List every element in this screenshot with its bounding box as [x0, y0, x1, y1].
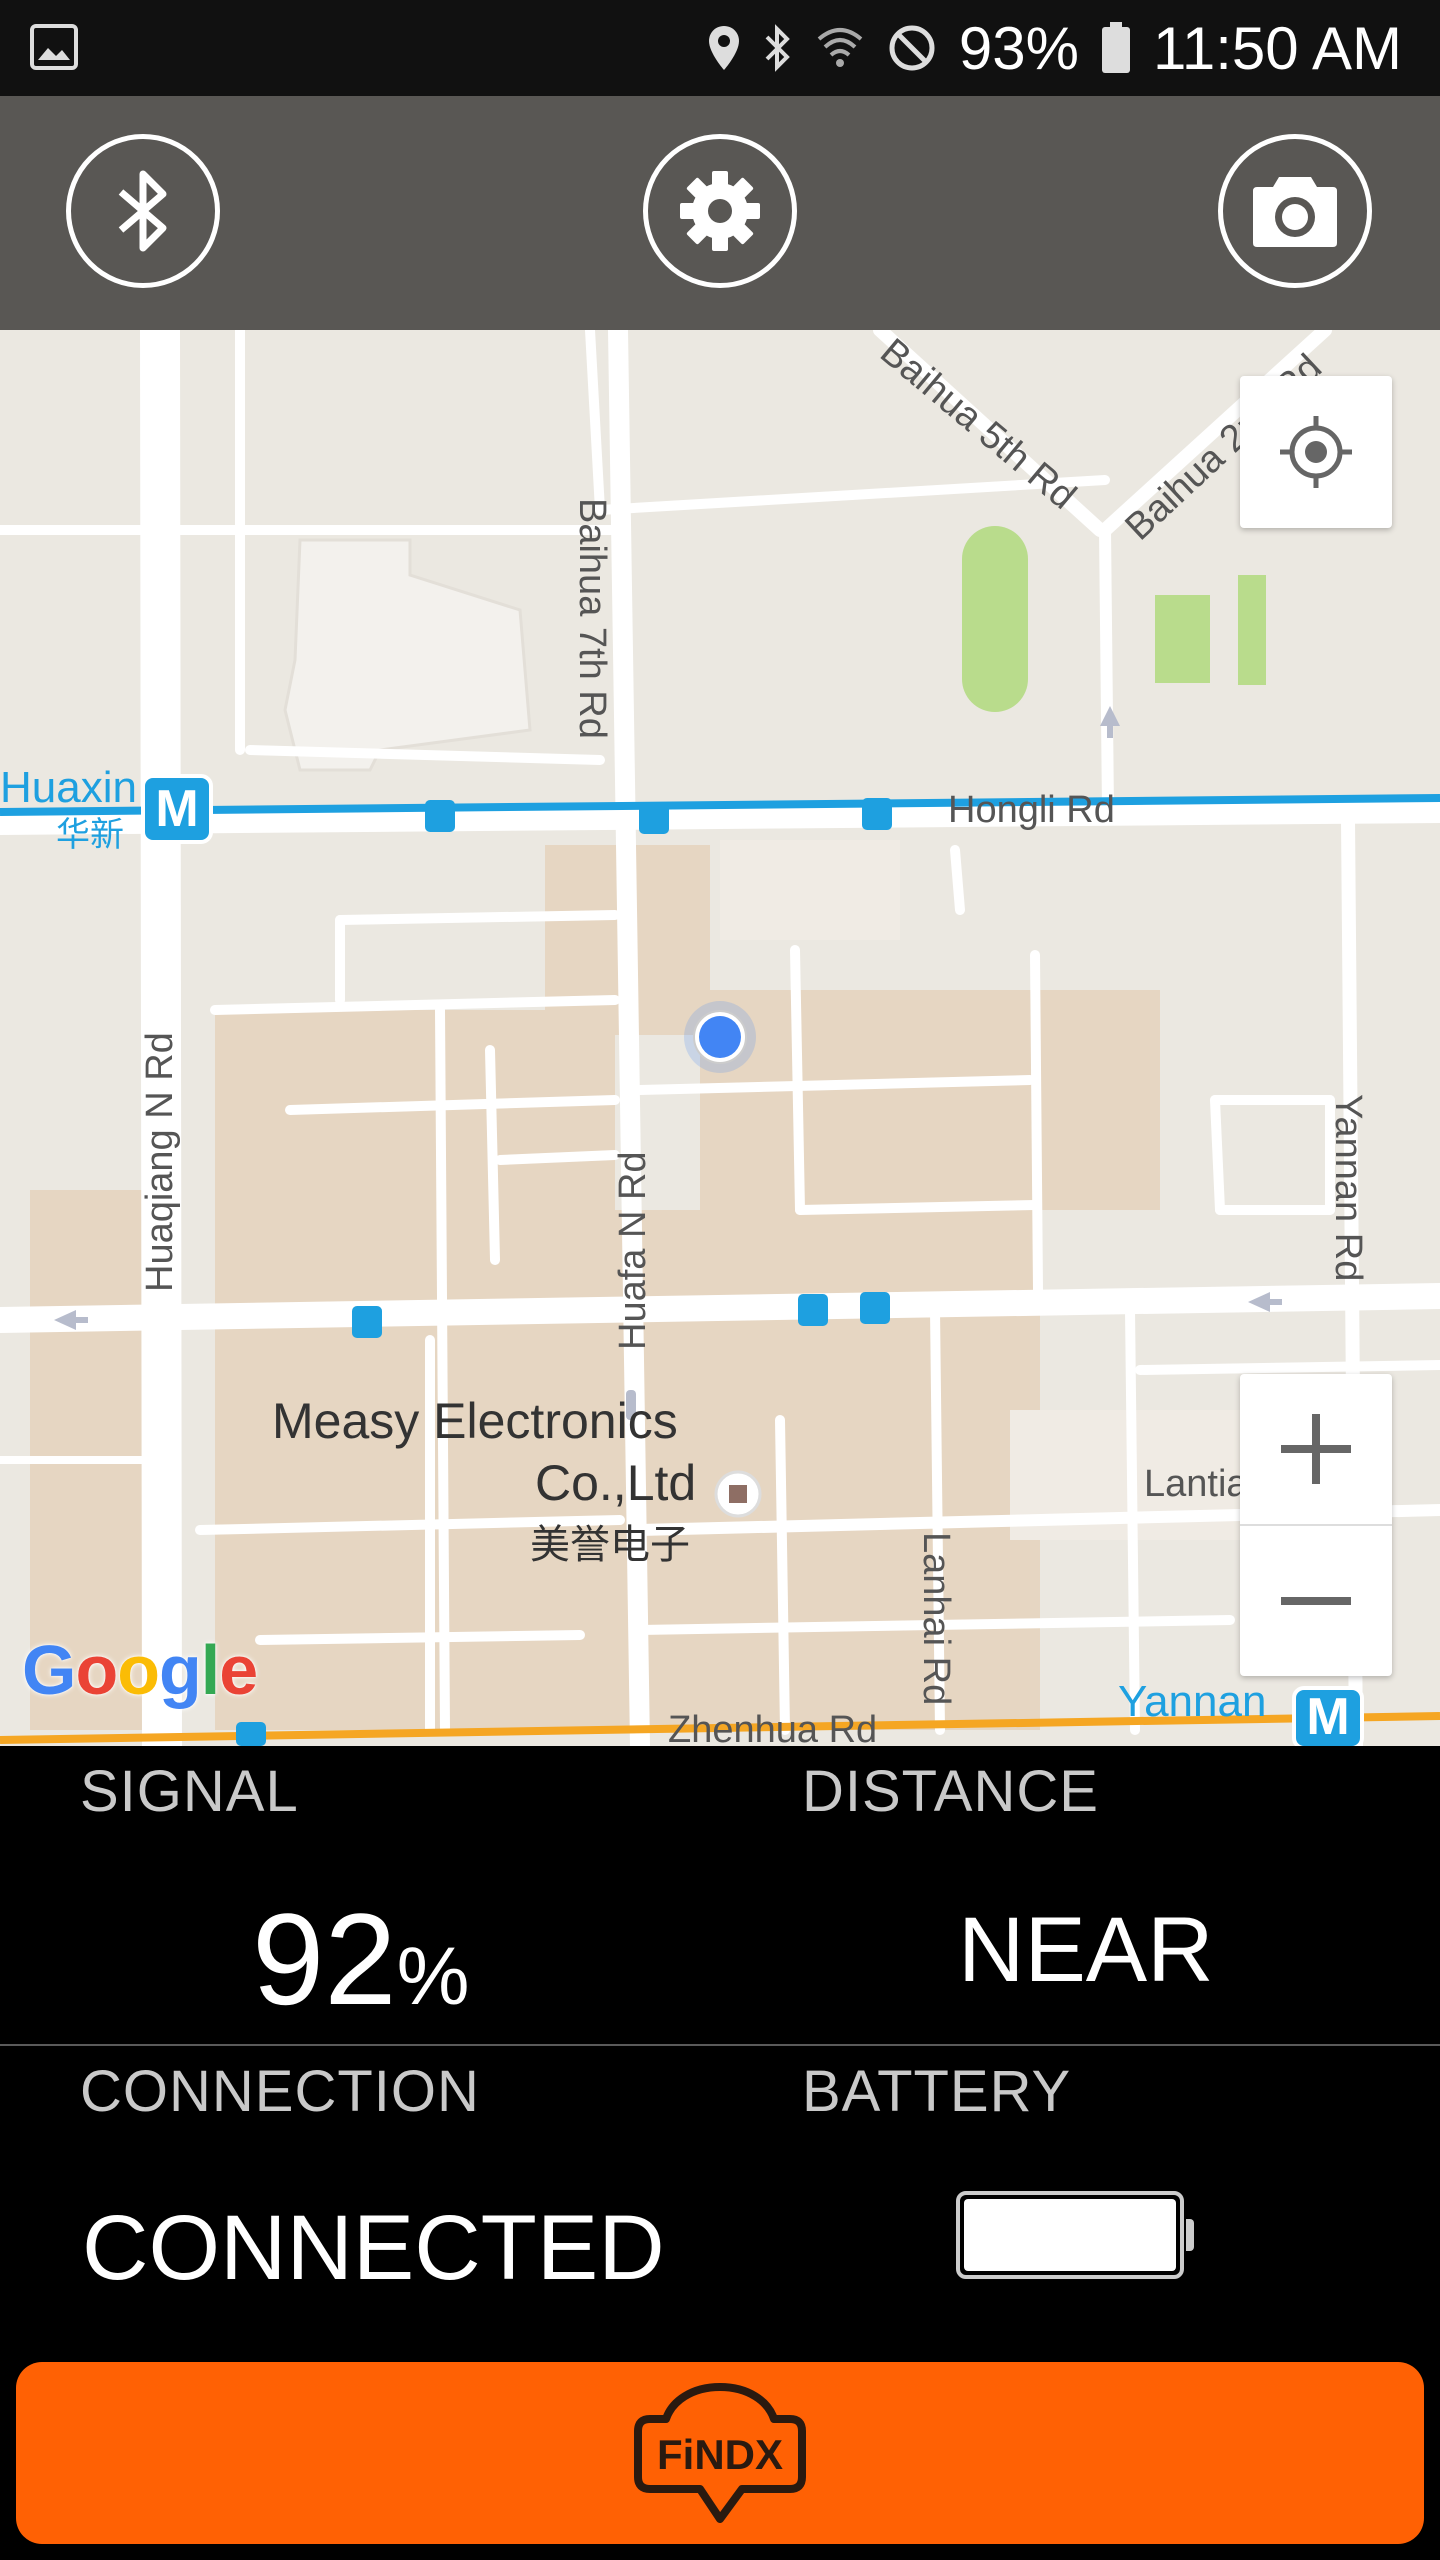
gear-icon	[680, 171, 760, 251]
metro-station-marker[interactable]: M	[155, 780, 198, 838]
divider	[0, 2044, 1440, 2046]
map-view[interactable]: M M Baihua 5th Rd Baihua 2nd Rd Baihua 7…	[0, 330, 1440, 1746]
signal-number: 92	[252, 1886, 397, 2032]
connection-value: CONNECTED	[82, 2197, 665, 2299]
distance-value: NEAR	[958, 1899, 1214, 2001]
crosshair-icon	[1280, 416, 1352, 488]
findx-button[interactable]: FiNDX	[16, 2362, 1424, 2544]
settings-button[interactable]	[643, 134, 797, 288]
zoom-out-button[interactable]	[1240, 1526, 1392, 1676]
minus-icon	[1281, 1597, 1351, 1605]
map-label-place: Co.,Ltd	[535, 1455, 696, 1511]
bluetooth-button[interactable]	[66, 134, 220, 288]
camera-icon	[1253, 177, 1337, 247]
zoom-controls	[1240, 1374, 1392, 1676]
map-label-road: Huafa N Rd	[612, 1151, 654, 1350]
signal-label: SIGNAL	[80, 1759, 299, 1824]
plus-icon	[1281, 1414, 1351, 1484]
map-label-road: Huaqiang N Rd	[139, 1032, 181, 1292]
map-label-road: Yannan Rd	[1327, 1094, 1369, 1281]
map-label-road: Lanhai Rd	[915, 1532, 957, 1705]
google-logo: Google	[22, 1631, 258, 1709]
battery-fill	[964, 2199, 1176, 2271]
camera-button[interactable]	[1218, 134, 1372, 288]
map-label-road: Baihua 7th Rd	[571, 498, 613, 739]
map-label-road: Hongli Rd	[948, 789, 1115, 831]
battery-icon	[1101, 22, 1131, 74]
battery-label: BATTERY	[802, 2059, 1072, 2124]
my-location-button[interactable]	[1240, 376, 1392, 528]
map-label-station: Yannan	[1118, 1677, 1266, 1726]
signal-unit: %	[396, 1931, 470, 2022]
connection-label: CONNECTION	[80, 2059, 480, 2124]
map-label-road: Zhenhua Rd	[668, 1709, 877, 1746]
metro-station-marker[interactable]: M	[1306, 1688, 1349, 1746]
map-label-place: 美誉电子	[530, 1523, 690, 1567]
map-label-station: 华新	[56, 816, 124, 854]
location-icon	[707, 24, 741, 72]
zoom-in-button[interactable]	[1240, 1374, 1392, 1526]
do-not-disturb-icon	[887, 23, 937, 73]
map-label-station: Huaxin	[0, 763, 137, 812]
signal-value: 92%	[252, 1884, 470, 2034]
findx-logo: FiNDX	[634, 2383, 806, 2523]
top-toolbar	[0, 96, 1440, 330]
findx-logo-text: FiNDX	[657, 2431, 783, 2478]
map-canvas[interactable]: M M Baihua 5th Rd Baihua 2nd Rd Baihua 7…	[0, 330, 1440, 1746]
distance-label: DISTANCE	[802, 1759, 1099, 1824]
image-icon	[30, 24, 78, 70]
clock: 11:50 AM	[1152, 14, 1402, 82]
status-bar: 93% 11:50 AM	[0, 0, 1440, 96]
battery-indicator	[956, 2191, 1194, 2279]
battery-percent: 93%	[958, 14, 1079, 82]
bluetooth-icon	[763, 23, 793, 73]
bluetooth-icon	[118, 170, 167, 252]
map-label-place: Measy Electronics	[272, 1393, 678, 1449]
wifi-icon	[815, 25, 865, 71]
